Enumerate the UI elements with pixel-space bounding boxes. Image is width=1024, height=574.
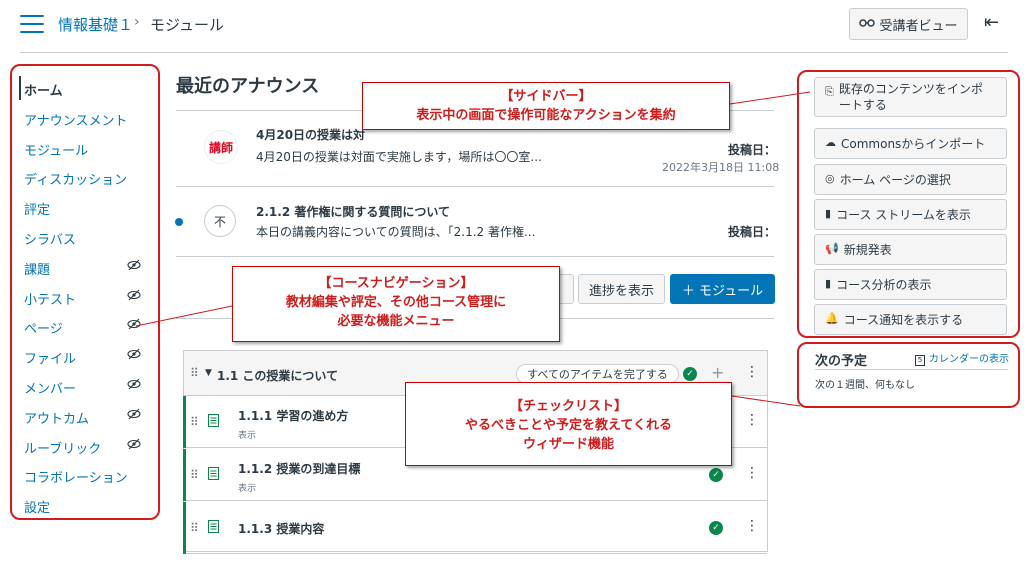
drag-handle-icon[interactable]: ⠿ [190,415,199,429]
published-bar [183,396,186,448]
divider [176,256,774,257]
breadcrumb-separator: › [134,14,140,30]
drag-handle-icon[interactable]: ⠿ [190,366,199,380]
breadcrumb-course[interactable]: 情報基礎１ [58,14,133,35]
callout-text: 教材編集や評定、その他コース管理に [285,295,507,310]
item-menu-icon[interactable]: ⋮ [745,518,759,534]
student-view-button[interactable]: 受講者ビュー [849,8,968,40]
check-icon: ✓ [683,367,697,381]
collapse-left-icon[interactable]: ⇤ [984,12,999,33]
check-icon: ✓ [709,521,723,535]
hamburger-menu-icon[interactable] [20,15,44,33]
nav-callout: 【コースナビゲーション】 教材編集や評定、その他コース管理に 必要な機能メニュー [232,266,560,342]
todo-highlight-frame [797,342,1020,408]
student-view-label: 受講者ビュー [879,18,958,34]
posted-date: 2022年3月18日 11:08 [662,161,780,174]
published-bar [183,449,186,501]
collapse-caret-icon[interactable]: ▼ [205,368,212,378]
requirement-pill: すべてのアイテムを完了する [516,364,679,384]
module-title: 1.1 この授業について [217,369,339,383]
module-item-title[interactable]: 1.1.1 学習の進め方 [238,407,348,424]
nav-highlight-frame [10,64,160,520]
page-icon [208,467,219,483]
divider [176,186,774,187]
module-item-title[interactable]: 1.1.2 授業の到達目標 [238,460,360,477]
callout-title: 【コースナビゲーション】 [318,276,474,291]
item-menu-icon[interactable]: ⋮ [745,412,759,428]
announcement-body: 本日の講義内容についての質問は、「2.1.2 著作権... [256,225,536,239]
author-avatar: 講師 [204,130,238,164]
callout-title: 【チェックリスト】 [509,399,627,414]
item-menu-icon[interactable]: ⋮ [745,465,759,481]
header-divider [20,52,1008,53]
module-item-requirement: 表示 [238,484,257,494]
add-item-icon[interactable]: + [711,363,724,382]
announcement-body: 4月20日の授業は対面で実施します，場所は〇〇室... [256,150,542,164]
checklist-callout: 【チェックリスト】 やるべきことや予定を教えてくれる ウィザード機能 [405,382,732,466]
callout-text: ウィザード機能 [522,437,614,452]
announcements-title: 最近のアナウンス [176,76,320,97]
announcement-heading[interactable]: 4月20日の授業は対 [256,126,365,143]
module-menu-icon[interactable]: ⋮ [745,364,759,380]
posted-label: 投稿日： [728,225,777,239]
callout-text: 必要な機能メニュー [337,314,455,329]
callout-title: 【サイドバー】 [500,89,592,104]
page-icon [208,414,219,430]
module-item-title[interactable]: 1.1.3 授業内容 [238,520,324,537]
unread-dot-icon [175,218,183,226]
breadcrumb-current: モジュール [150,16,224,34]
sidebar-highlight-frame [797,70,1020,338]
check-icon: ✓ [709,468,723,482]
drag-handle-icon[interactable]: ⠿ [190,468,199,482]
page-icon [208,520,219,536]
view-progress-button[interactable]: 進捗を表示 [578,274,665,304]
module-item-requirement: 表示 [238,431,257,441]
sidebar-callout: 【サイドバー】 表示中の画面で操作可能なアクションを集約 [362,82,730,130]
add-module-button[interactable]: ＋ モジュール [670,274,775,304]
callout-text: 表示中の画面で操作可能なアクションを集約 [416,108,676,123]
announcement-heading[interactable]: 2.1.2 著作権に関する質問について [256,203,450,220]
author-avatar: 不 [204,205,236,237]
glasses-icon [859,17,876,32]
callout-text: やるべきことや予定を教えてくれる [465,418,672,433]
posted-label: 投稿日： [728,143,777,157]
drag-handle-icon[interactable]: ⠿ [190,521,199,535]
published-bar [183,502,186,554]
